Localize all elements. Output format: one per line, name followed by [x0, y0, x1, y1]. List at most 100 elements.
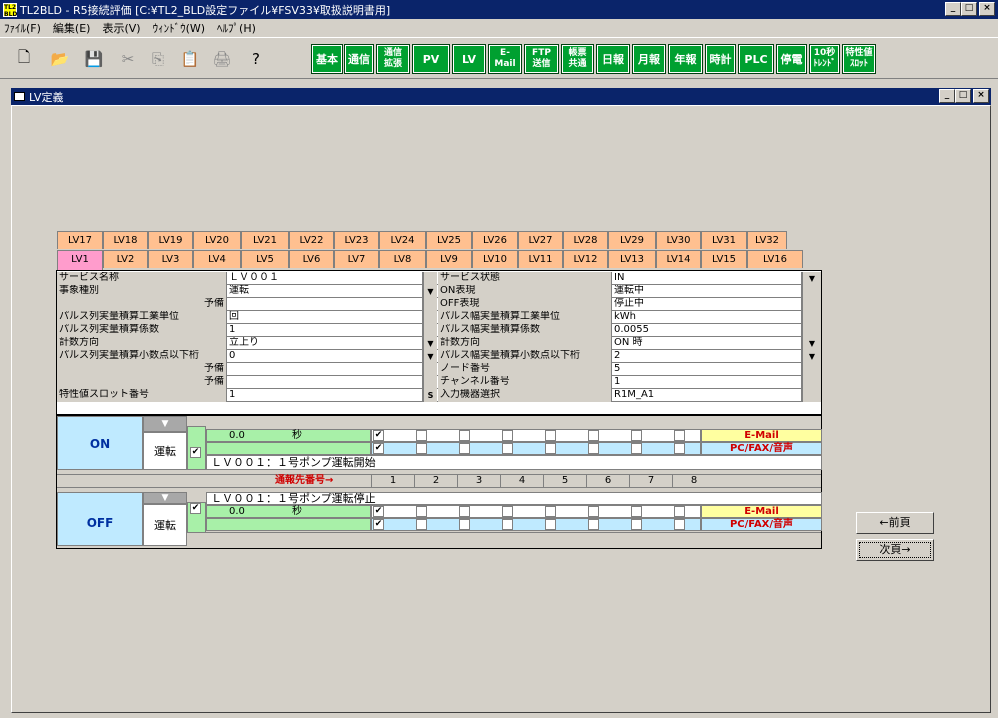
tab-lv3[interactable]: LV3	[148, 250, 193, 268]
left-dropdown-arrow-icon[interactable]: ▼	[423, 337, 437, 350]
off-email-notify-checkbox-1[interactable]	[416, 506, 427, 517]
left-value[interactable]: 0	[227, 350, 423, 363]
tab-lv2[interactable]: LV2	[103, 250, 148, 268]
right-value[interactable]: 0.0055	[612, 324, 802, 337]
off-pcfax-notify-checkbox-6[interactable]	[631, 519, 642, 530]
tab-lv15[interactable]: LV15	[701, 250, 747, 268]
off-time-value[interactable]: 0.0	[206, 505, 371, 518]
toolbar-button-1[interactable]: 通信	[344, 44, 374, 74]
on-pcfax-notify-checkbox-4[interactable]	[545, 443, 556, 454]
menu-file[interactable]: ﾌｧｲﾙ(F)	[4, 20, 41, 36]
left-value[interactable]	[227, 363, 423, 376]
on-email-notify-checkbox-1[interactable]	[416, 430, 427, 441]
on-pcfax-notify-checkbox-7[interactable]	[674, 443, 685, 454]
tab-lv24[interactable]: LV24	[379, 231, 426, 249]
tab-lv18[interactable]: LV18	[103, 231, 148, 249]
on-email-notify-checkbox-5[interactable]	[588, 430, 599, 441]
tab-lv22[interactable]: LV22	[289, 231, 334, 249]
toolbar-button-15[interactable]: 特性値 ｽﾛｯﾄ	[842, 44, 876, 74]
off-message[interactable]: ＬＶ００１：１号ポンプ運転停止	[206, 492, 822, 505]
toolbar-button-6[interactable]: FTP 送信	[524, 44, 559, 74]
toolbar-button-10[interactable]: 年報	[668, 44, 703, 74]
print-icon[interactable]: 🖨	[210, 45, 234, 73]
tab-lv11[interactable]: LV11	[518, 250, 563, 268]
right-value[interactable]: R1M_A1	[612, 389, 802, 402]
toolbar-button-12[interactable]: PLC	[738, 44, 774, 74]
toolbar-button-9[interactable]: 月報	[632, 44, 666, 74]
menu-edit[interactable]: 編集(E)	[53, 20, 91, 36]
left-value[interactable]	[227, 376, 423, 389]
toolbar-button-0[interactable]: 基本	[311, 44, 343, 74]
slot-select-button[interactable]: S	[423, 389, 437, 402]
tab-lv29[interactable]: LV29	[608, 231, 656, 249]
tab-lv7[interactable]: LV7	[334, 250, 379, 268]
tab-lv28[interactable]: LV28	[563, 231, 608, 249]
left-dropdown-arrow-icon[interactable]: ▼	[423, 285, 437, 298]
toolbar-button-2[interactable]: 通信 拡張	[376, 44, 410, 74]
tab-lv17[interactable]: LV17	[57, 231, 103, 249]
paste-icon[interactable]: 📋	[178, 45, 202, 73]
off-email-notify-checkbox-2[interactable]	[459, 506, 470, 517]
tab-lv32[interactable]: LV32	[747, 231, 787, 249]
tab-lv13[interactable]: LV13	[608, 250, 656, 268]
tab-lv14[interactable]: LV14	[656, 250, 701, 268]
tab-lv25[interactable]: LV25	[426, 231, 472, 249]
copy-icon[interactable]: ⎘	[146, 45, 170, 73]
left-value[interactable]: 回	[227, 311, 423, 324]
on-pcfax-notify-checkbox-6[interactable]	[631, 443, 642, 454]
on-email-notify-checkbox-0[interactable]: ✔	[373, 430, 384, 441]
off-pcfax-notify-checkbox-3[interactable]	[502, 519, 513, 530]
toolbar-button-4[interactable]: LV	[452, 44, 486, 74]
tab-lv31[interactable]: LV31	[701, 231, 747, 249]
right-value[interactable]: 1	[612, 376, 802, 389]
off-pcfax-notify-checkbox-7[interactable]	[674, 519, 685, 530]
next-page-button[interactable]: 次頁→	[856, 539, 934, 561]
off-email-notify-checkbox-7[interactable]	[674, 506, 685, 517]
sub-close-button[interactable]: ×	[973, 89, 989, 103]
menu-help[interactable]: ﾍﾙﾌﾟ(H)	[217, 20, 256, 36]
menu-view[interactable]: 表示(V)	[102, 20, 140, 36]
tab-lv21[interactable]: LV21	[241, 231, 289, 249]
tab-lv12[interactable]: LV12	[563, 250, 608, 268]
on-email-notify-checkbox-4[interactable]	[545, 430, 556, 441]
on-pcfax-notify-checkbox-5[interactable]	[588, 443, 599, 454]
toolbar-button-14[interactable]: 10秒 ﾄﾚﾝﾄﾞ	[809, 44, 840, 74]
prev-page-button[interactable]: ←前頁	[856, 512, 934, 534]
on-email-notify-checkbox-2[interactable]	[459, 430, 470, 441]
on-message[interactable]: ＬＶ００１：１号ポンプ運転開始	[206, 455, 822, 470]
on-time-value[interactable]: 0.0	[206, 429, 371, 442]
help-icon[interactable]: ?	[244, 45, 268, 73]
left-value[interactable]: 1	[227, 389, 423, 402]
off-pcfax-notify-checkbox-0[interactable]: ✔	[373, 519, 384, 530]
on-collapse-arrow-icon[interactable]: ▼	[143, 416, 187, 432]
right-value[interactable]: 5	[612, 363, 802, 376]
on-enable-checkbox[interactable]: ✔	[190, 447, 201, 458]
tab-lv1[interactable]: LV1	[57, 250, 103, 270]
tab-lv4[interactable]: LV4	[193, 250, 241, 268]
off-pcfax-notify-checkbox-5[interactable]	[588, 519, 599, 530]
tab-lv5[interactable]: LV5	[241, 250, 289, 268]
right-dropdown-arrow-icon[interactable]: ▼	[802, 337, 821, 350]
off-collapse-arrow-icon[interactable]: ▼	[143, 492, 187, 504]
off-pcfax-notify-checkbox-2[interactable]	[459, 519, 470, 530]
sub-minimize-button[interactable]: _	[939, 89, 955, 103]
tab-lv26[interactable]: LV26	[472, 231, 518, 249]
toolbar-button-13[interactable]: 停電	[776, 44, 807, 74]
tab-lv16[interactable]: LV16	[747, 250, 803, 268]
right-value[interactable]: 停止中	[612, 298, 802, 311]
on-email-notify-checkbox-6[interactable]	[631, 430, 642, 441]
right-value[interactable]: kWh	[612, 311, 802, 324]
left-dropdown-arrow-icon[interactable]: ▼	[423, 350, 437, 363]
off-email-notify-checkbox-6[interactable]	[631, 506, 642, 517]
on-email-notify-checkbox-7[interactable]	[674, 430, 685, 441]
off-email-notify-checkbox-0[interactable]: ✔	[373, 506, 384, 517]
tab-lv6[interactable]: LV6	[289, 250, 334, 268]
toolbar-button-11[interactable]: 時計	[705, 44, 736, 74]
right-dropdown-arrow-icon[interactable]: ▼	[802, 350, 821, 363]
left-value[interactable]	[227, 298, 423, 311]
toolbar-button-3[interactable]: PV	[412, 44, 450, 74]
new-file-icon[interactable]: 🗋	[12, 45, 36, 73]
left-value[interactable]: 運転	[227, 285, 423, 298]
tab-lv19[interactable]: LV19	[148, 231, 193, 249]
toolbar-button-8[interactable]: 日報	[596, 44, 630, 74]
